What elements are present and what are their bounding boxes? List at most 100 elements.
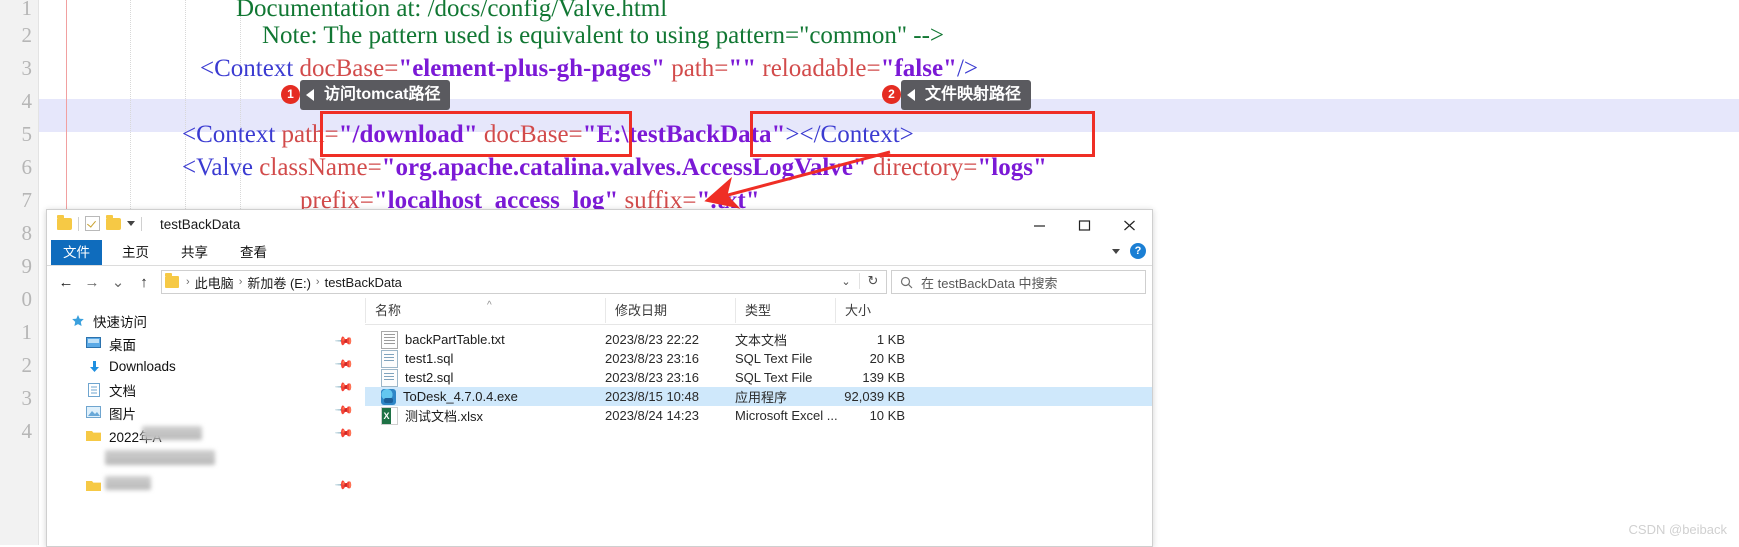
table-row[interactable]: test2.sql 2023/8/23 23:16 SQL Text File …	[365, 368, 1152, 387]
breadcrumb-item-folder[interactable]: testBackData	[325, 275, 402, 290]
nav-item-downloads[interactable]: Downloads	[85, 355, 176, 378]
file-explorer-window[interactable]: testBackData 文件 主页 共享 查看 ? ← → ⌄ ↑ › 此电脑…	[46, 209, 1153, 547]
pin-icon[interactable]: 📌	[334, 331, 354, 351]
code-token-attr: directory=	[866, 154, 978, 181]
code-token-tag: <Context	[200, 55, 300, 82]
nav-item-label: 快速访问	[93, 314, 147, 330]
column-header-size[interactable]: 大小	[835, 298, 925, 323]
chevron-right-icon: ›	[238, 276, 243, 288]
column-header-type[interactable]: 类型	[735, 298, 835, 323]
file-name-cell[interactable]: backPartTable.txt	[381, 330, 505, 349]
chevron-down-icon[interactable]	[127, 221, 135, 226]
code-token-val: "element-plus-gh-pages"	[398, 55, 665, 82]
address-dropdown-icon[interactable]: ⌄	[833, 275, 859, 288]
explorer-body: 快速访问 桌面 📌 Downloads 📌 文档 📌 图片 📌 2022年A 📌…	[47, 298, 1152, 545]
code-token-tag: />	[956, 55, 978, 82]
ribbon-right-controls[interactable]: ?	[1112, 243, 1146, 259]
up-button[interactable]: ↑	[131, 269, 157, 295]
address-bar-controls[interactable]: ⌄ ↻	[833, 271, 886, 291]
window-title-bar[interactable]: testBackData	[47, 210, 1152, 240]
table-row[interactable]: test1.sql 2023/8/23 23:16 SQL Text File …	[365, 349, 1152, 368]
file-size: 1 KB	[876, 332, 905, 347]
column-header-date[interactable]: 修改日期	[605, 298, 735, 323]
redacted-text	[105, 476, 151, 490]
pin-icon[interactable]: 📌	[334, 354, 354, 374]
chevron-right-icon: ›	[315, 276, 320, 288]
nav-item-documents[interactable]: 文档	[85, 378, 136, 401]
star-icon	[69, 313, 86, 329]
address-bar[interactable]: › 此电脑 › 新加卷 (E:) › testBackData ⌄ ↻	[161, 270, 887, 294]
nav-item-pictures[interactable]: 图片	[85, 401, 136, 424]
ribbon-tab-view[interactable]: 查看	[228, 240, 279, 265]
code-token-val: ""	[728, 55, 757, 82]
annotation-callout-1: 访问tomcat路径	[300, 80, 451, 110]
code-line-3[interactable]: <Context docBase="element-plus-gh-pages"…	[0, 52, 1739, 85]
table-row[interactable]: ToDesk_4.7.0.4.exe 2023/8/15 10:48 应用程序 …	[365, 387, 1152, 406]
file-size: 139 KB	[862, 370, 905, 385]
file-name-cell[interactable]: ToDesk_4.7.0.4.exe	[381, 388, 518, 405]
pin-icon[interactable]: 📌	[334, 423, 354, 443]
annotation-box-docbase	[750, 111, 1095, 157]
code-token-tag: <Context	[182, 121, 282, 148]
navigation-bar[interactable]: ← → ⌄ ↑ › 此电脑 › 新加卷 (E:) › testBackData …	[47, 266, 1152, 298]
file-date: 2023/8/15 10:48	[605, 389, 699, 404]
breadcrumb-item-drive[interactable]: 新加卷 (E:)	[247, 273, 311, 292]
table-row[interactable]: backPartTable.txt 2023/8/23 22:22 文本文档 1…	[365, 330, 1152, 349]
file-list-pane[interactable]: ^ 名称 修改日期 类型 大小 backPartTable.txt 2023/8…	[365, 298, 1152, 545]
file-name-cell[interactable]: 测试文档.xlsx	[381, 406, 483, 425]
nav-item-desktop[interactable]: 桌面	[85, 332, 136, 355]
pin-icon[interactable]: 📌	[334, 377, 354, 397]
new-folder-icon[interactable]	[106, 214, 121, 230]
file-name-cell[interactable]: test2.sql	[381, 368, 453, 387]
ribbon-tab-share[interactable]: 共享	[169, 240, 220, 265]
close-button[interactable]	[1107, 210, 1152, 240]
ribbon-expand-icon[interactable]	[1112, 248, 1120, 254]
nav-item-label: 文档	[109, 383, 136, 399]
maximize-button[interactable]	[1062, 210, 1107, 240]
properties-icon[interactable]	[85, 216, 100, 231]
back-button[interactable]: ←	[53, 269, 79, 295]
file-name: ToDesk_4.7.0.4.exe	[403, 389, 518, 404]
breadcrumb-item-this-pc[interactable]: 此电脑	[195, 273, 234, 292]
table-row[interactable]: 测试文档.xlsx 2023/8/24 14:23 Microsoft Exce…	[365, 406, 1152, 425]
window-controls[interactable]	[1017, 210, 1152, 240]
chevron-right-icon: ›	[186, 276, 190, 288]
redacted-text	[142, 426, 202, 440]
redacted-text	[105, 450, 215, 465]
nav-item-label: Downloads	[109, 359, 176, 374]
quick-access-toolbar[interactable]	[57, 214, 142, 231]
code-token-attr: docBase=	[299, 55, 399, 82]
column-header-name[interactable]: 名称	[365, 298, 605, 323]
navigation-pane[interactable]: 快速访问 桌面 📌 Downloads 📌 文档 📌 图片 📌 2022年A 📌…	[47, 298, 365, 545]
file-name: test1.sql	[405, 351, 454, 366]
refresh-icon[interactable]: ↻	[859, 273, 886, 289]
exe-file-icon	[381, 388, 396, 405]
help-icon[interactable]: ?	[1130, 243, 1146, 259]
pin-icon[interactable]: 📌	[334, 475, 354, 495]
ribbon-tab-home[interactable]: 主页	[110, 240, 161, 265]
code-line-2[interactable]: Note: The pattern used is equivalent to …	[0, 19, 1739, 52]
nav-item-label: 图片	[109, 406, 136, 422]
search-input[interactable]: 在 testBackData 中搜索	[891, 270, 1146, 294]
minimize-button[interactable]	[1017, 210, 1062, 240]
watermark: CSDN @beiback	[1628, 522, 1727, 537]
nav-item-quick-access[interactable]: 快速访问	[69, 309, 147, 332]
annotation-badge-2: 2	[882, 85, 901, 104]
callout-arrow-icon	[306, 89, 314, 101]
file-name-cell[interactable]: test1.sql	[381, 349, 454, 368]
pin-icon[interactable]: 📌	[334, 400, 354, 420]
breadcrumb[interactable]: › 此电脑 › 新加卷 (E:) › testBackData	[181, 273, 402, 292]
ribbon-tab-file[interactable]: 文件	[51, 240, 102, 265]
file-list-header[interactable]: ^ 名称 修改日期 类型 大小	[365, 298, 1152, 325]
line-number: 3	[21, 386, 33, 410]
callout-label: 访问tomcat路径	[324, 86, 441, 103]
code-token-attr: className=	[259, 154, 382, 181]
forward-button[interactable]: →	[79, 269, 105, 295]
documents-icon	[85, 382, 102, 398]
text-file-icon	[381, 330, 398, 349]
ribbon-tabs[interactable]: 文件 主页 共享 查看 ?	[47, 240, 1152, 266]
recent-locations-button[interactable]: ⌄	[105, 269, 131, 295]
folder-icon	[165, 273, 179, 288]
file-date: 2023/8/23 22:22	[605, 332, 699, 347]
file-date: 2023/8/23 23:16	[605, 351, 699, 366]
